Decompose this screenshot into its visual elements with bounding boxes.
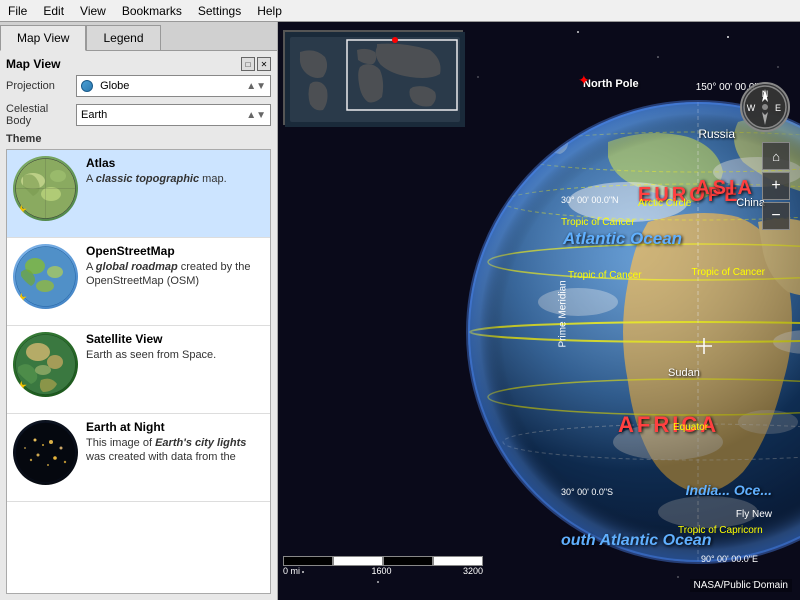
theme-osm[interactable]: ★ OpenStreetMap A global roadmap created… [7,238,270,326]
scale-seg-4 [433,556,483,566]
home-button[interactable]: ⌂ [762,142,790,170]
tab-map-view[interactable]: Map View [0,25,86,51]
close-icon[interactable]: ✕ [257,57,271,71]
scale-labels: 0 mi 1600 3200 [283,566,483,576]
label-tropic-cancer-line: Tropic of Cancer [568,270,642,281]
menubar: File Edit View Bookmarks Settings Help [0,0,800,22]
satellite-thumbnail: ★ [13,332,78,397]
projection-value: Globe [81,80,129,92]
osm-thumbnail: ★ [13,244,78,309]
label-equator: Equator [673,422,708,433]
main-layout: Map View Legend Map View □ ✕ Projection … [0,22,800,600]
celestial-body-row: Celestial Body Earth ▲▼ [6,103,271,127]
night-desc: This image of Earth's city lights was cr… [86,436,264,465]
celestial-body-label: Celestial Body [6,103,76,127]
scale-seg-3 [383,556,433,566]
label-sudan: Sudan [668,367,700,379]
mini-map[interactable] [283,30,463,125]
atlas-info: Atlas A classic topographic map. [86,156,264,186]
label-china: China [736,197,765,209]
svg-text:W: W [747,103,756,113]
celestial-body-dropdown[interactable]: Earth ▲▼ [76,104,271,126]
menu-edit[interactable]: Edit [35,2,72,20]
theme-atlas[interactable]: ★ Atlas A classic topographic map. [7,150,270,238]
globe-icon [81,80,93,92]
projection-arrow: ▲▼ [246,81,266,92]
scale-label-3200: 3200 [463,566,483,576]
osm-info: OpenStreetMap A global roadmap created b… [86,244,264,289]
coord-30s: 30° 00' 0.0"S [561,487,613,497]
coord-30n: 30° 00' 00.0"N [561,195,619,205]
zoom-out-button[interactable]: − [762,202,790,230]
map-controls: ⌂ + − [762,142,790,230]
scale-seg-2 [333,556,383,566]
label-russia: Russia [698,127,735,141]
satellite-star: ★ [15,378,28,395]
theme-night[interactable]: Earth at Night This image of Earth's cit… [7,414,270,502]
zoom-in-button[interactable]: + [762,172,790,200]
theme-label: Theme [6,133,271,145]
atlas-star: ★ [15,202,28,219]
coord-bottom-right: 90° 00' 00.0"E [701,554,758,564]
label-tropic-cancer-right: Tropic of Cancer [691,267,765,278]
label-tropic-capricorn: Tropic of Capricorn [678,525,763,536]
scale-label-0: 0 mi [283,566,300,576]
window-icons: □ ✕ [241,57,271,71]
satellite-name: Satellite View [86,332,264,346]
attribution: NASA/Public Domain [690,579,792,592]
mini-map-svg [285,32,465,127]
night-info: Earth at Night This image of Earth's cit… [86,420,264,465]
projection-row: Projection Globe ▲▼ [6,75,271,97]
tab-bar: Map View Legend [0,22,277,51]
label-prime-meridian: Prime Meridian [558,280,569,347]
celestial-body-value: Earth [81,109,107,121]
atlas-name: Atlas [86,156,264,170]
projection-dropdown[interactable]: Globe ▲▼ [76,75,271,97]
night-thumbnail [13,420,78,485]
menu-help[interactable]: Help [249,2,290,20]
menu-view[interactable]: View [72,2,114,20]
north-pole-marker: ✦ [578,72,590,89]
left-panel: Map View Legend Map View □ ✕ Projection … [0,22,278,600]
compass-svg: E W N [742,84,788,130]
menu-bookmarks[interactable]: Bookmarks [114,2,190,20]
label-arctic-circle: Arctic Circle [638,198,691,209]
osm-star: ★ [15,290,28,307]
theme-satellite[interactable]: ★ Satellite View Earth as seen from Spac… [7,326,270,414]
celestial-body-arrow: ▲▼ [246,110,266,121]
osm-name: OpenStreetMap [86,244,264,258]
svg-text:N: N [762,89,769,99]
label-atlantic-ocean: Atlantic Ocean [563,229,682,249]
satellite-desc: Earth as seen from Space. [86,348,264,362]
scale-bar: 0 mi 1600 3200 [283,556,483,576]
atlas-thumbnail: ★ [13,156,78,221]
scale-seg-1 [283,556,333,566]
panel-content: Map View □ ✕ Projection Globe ▲▼ [0,51,277,600]
satellite-info: Satellite View Earth as seen from Space. [86,332,264,362]
theme-list: ★ Atlas A classic topographic map. [6,149,271,594]
tab-legend[interactable]: Legend [86,25,160,50]
nav-compass[interactable]: E W N [740,82,790,132]
menu-file[interactable]: File [0,2,35,20]
menu-settings[interactable]: Settings [190,2,249,20]
label-tropic-cancer-top: Tropic of Cancer [561,217,635,228]
label-north-pole: North Pole [583,78,639,90]
restore-icon[interactable]: □ [241,57,255,71]
atlas-desc: A classic topographic map. [86,172,264,186]
label-fly-new: Fly New [736,509,772,520]
mapview-header: Map View □ ✕ [6,57,271,71]
label-indian-ocean: India... Oce... [686,482,772,498]
map-view[interactable]: 150° 00' 00.0" North Pole ✦ 30° 00' 00.0… [278,22,800,600]
svg-text:E: E [775,103,781,113]
osm-desc: A global roadmap created by the OpenStre… [86,260,264,289]
night-name: Earth at Night [86,420,264,434]
mapview-title: Map View [6,57,60,71]
projection-label: Projection [6,80,76,92]
scale-label-1600: 1600 [371,566,391,576]
